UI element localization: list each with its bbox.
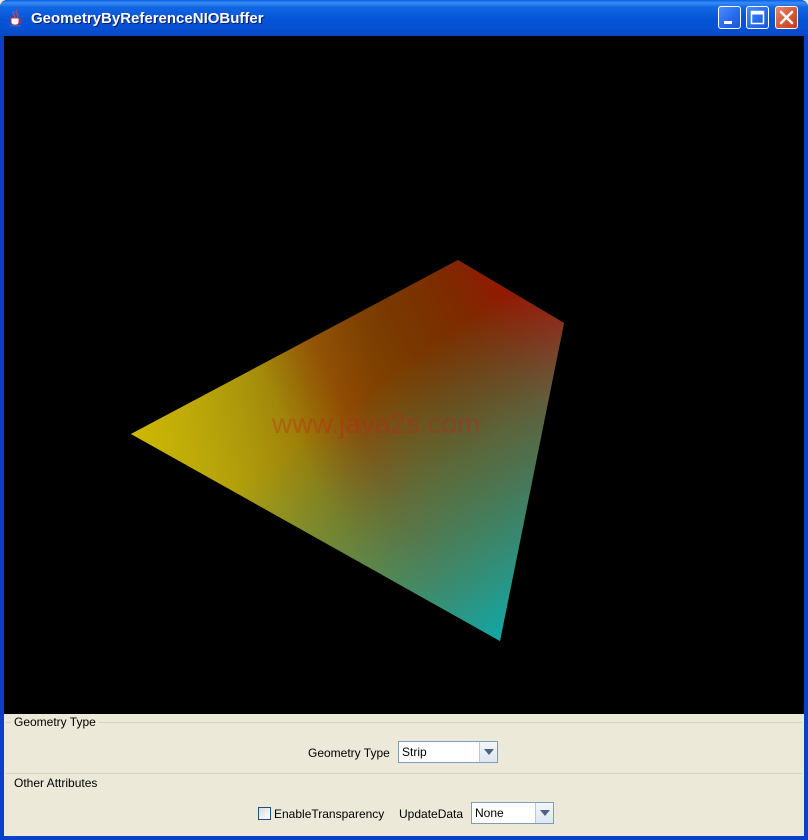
app-window: GeometryByReferenceNIOBuffer www.java2s.…	[0, 0, 808, 840]
close-button[interactable]	[775, 6, 798, 29]
combo-dropdown-button[interactable]	[535, 803, 553, 823]
minimize-button[interactable]	[718, 6, 741, 29]
maximize-icon	[750, 10, 765, 25]
watermark-text: www.java2s.com	[272, 408, 481, 439]
enable-transparency-label: EnableTransparency	[274, 807, 385, 821]
3d-canvas[interactable]: www.java2s.com	[4, 36, 804, 714]
other-attributes-group: Other Attributes EnableTransparency Upda…	[6, 772, 802, 834]
update-data-value: None	[475, 806, 504, 820]
rendered-quad	[131, 260, 564, 641]
chevron-down-icon	[540, 810, 550, 816]
group-divider	[6, 722, 802, 723]
combo-dropdown-button[interactable]	[479, 742, 497, 762]
geometry-type-value: Strip	[402, 745, 427, 759]
group-title: Geometry Type	[11, 715, 99, 729]
enable-transparency-checkbox[interactable]	[258, 807, 271, 820]
close-icon	[779, 10, 794, 25]
group-divider	[6, 773, 802, 774]
maximize-button[interactable]	[746, 6, 769, 29]
control-panel: Geometry Type Geometry Type Strip Other …	[4, 714, 804, 836]
group-title: Other Attributes	[11, 776, 101, 790]
window-title: GeometryByReferenceNIOBuffer	[31, 10, 264, 27]
update-data-label: UpdateData	[399, 807, 464, 821]
window-frame-bottom	[0, 836, 808, 840]
window-frame-right	[804, 36, 808, 840]
chevron-down-icon	[484, 749, 494, 755]
update-data-combo[interactable]: None	[471, 802, 554, 824]
java-cup-icon	[7, 9, 25, 27]
title-bar[interactable]: GeometryByReferenceNIOBuffer	[0, 0, 808, 36]
geometry-type-label: Geometry Type	[308, 746, 390, 760]
geometry-type-group: Geometry Type Geometry Type Strip	[6, 714, 802, 772]
minimize-icon	[724, 21, 732, 24]
geometry-type-combo[interactable]: Strip	[398, 741, 498, 763]
